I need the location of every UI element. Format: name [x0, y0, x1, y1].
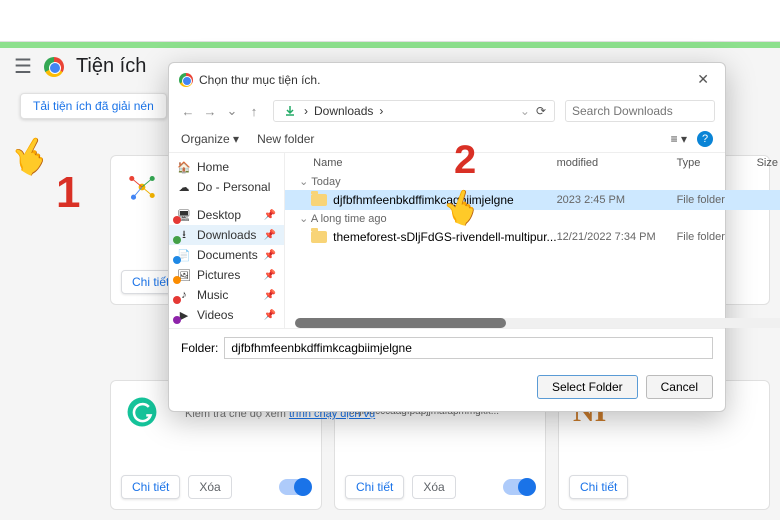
pin-icon: 📌	[264, 310, 276, 321]
col-type[interactable]: Type	[677, 157, 757, 169]
folder-field-row: Folder:	[169, 328, 725, 367]
cancel-button[interactable]: Cancel	[646, 375, 713, 399]
dialog-toolbar: Organize ▾ New folder ≡ ▾ ?	[169, 126, 725, 153]
folder-icon	[311, 231, 327, 243]
remove-button[interactable]: Xóa	[412, 475, 455, 499]
folder-icon: 🏠	[177, 160, 191, 174]
sidebar-item-videos[interactable]: ▶Videos📌	[169, 305, 284, 325]
downloads-icon	[282, 103, 298, 119]
enable-toggle[interactable]	[503, 479, 535, 495]
col-size[interactable]: Size	[757, 157, 780, 169]
grammarly-icon	[125, 395, 159, 429]
extension-icon	[125, 170, 159, 204]
sidebar-item-downloads[interactable]: ⭳Downloads📌	[169, 225, 284, 245]
folder-icon: ☁	[177, 180, 191, 194]
folder-icon	[311, 194, 327, 206]
view-mode-icon[interactable]: ≡ ▾	[671, 132, 687, 146]
annotation-number-2: 2	[454, 138, 476, 183]
pin-icon: 📌	[264, 290, 276, 301]
folder-label: Folder:	[181, 341, 218, 355]
dialog-titlebar: Chọn thư mục tiện ích. ✕	[169, 63, 725, 96]
folder-row[interactable]: djfbfhmfeenbkdffimkcagbiimjelgne2023 2:4…	[285, 190, 780, 210]
pin-icon: 📌	[264, 230, 276, 241]
chrome-logo-icon	[179, 73, 193, 87]
remove-button[interactable]: Xóa	[188, 475, 231, 499]
select-folder-button[interactable]: Select Folder	[537, 375, 638, 399]
sidebar-item-desktop[interactable]: 🖥Desktop📌	[169, 205, 284, 225]
dialog-title: Chọn thư mục tiện ích.	[199, 73, 320, 87]
new-folder-button[interactable]: New folder	[257, 132, 314, 146]
detail-button[interactable]: Chi tiết	[345, 475, 404, 499]
sidebar-item-documents[interactable]: 📄Documents📌	[169, 245, 284, 265]
breadcrumb[interactable]: › Downloads › ⌄ ⟳	[273, 100, 555, 122]
horizontal-scrollbar[interactable]	[295, 318, 780, 328]
help-icon[interactable]: ?	[697, 131, 713, 147]
detail-button[interactable]: Chi tiết	[569, 475, 628, 499]
folder-picker-dialog: Chọn thư mục tiện ích. ✕ ← → ⌄ ↑ › Downl…	[168, 62, 726, 412]
file-group-header[interactable]: A long time ago	[285, 210, 780, 227]
sidebar-item-music[interactable]: ♪Music📌	[169, 285, 284, 305]
file-list: Name modified Type Size Todaydjfbfhmfeen…	[285, 153, 780, 328]
sidebar: 🏠Home☁Do - Personal 🖥Desktop📌⭳Downloads📌📄…	[169, 153, 285, 328]
pin-icon: 📌	[264, 250, 276, 261]
sidebar-item-pictures[interactable]: 🖼Pictures📌	[169, 265, 284, 285]
breadcrumb-item[interactable]: Downloads	[314, 104, 373, 118]
folder-input[interactable]	[224, 337, 713, 359]
close-icon[interactable]: ✕	[691, 69, 715, 90]
up-icon[interactable]: ↑	[245, 104, 263, 119]
chevron-down-icon[interactable]: ⌄	[223, 103, 241, 119]
pin-icon: 📌	[264, 270, 276, 281]
dialog-nav: ← → ⌄ ↑ › Downloads › ⌄ ⟳	[169, 96, 725, 126]
detail-button[interactable]: Chi tiết	[121, 475, 180, 499]
refresh-icon[interactable]: ⟳	[536, 104, 546, 118]
column-headers[interactable]: Name modified Type Size	[285, 153, 780, 173]
col-name[interactable]: Name	[295, 157, 556, 169]
folder-row[interactable]: themeforest-sDljFdGS-rivendell-multipur.…	[285, 227, 780, 247]
sidebar-item-do---personal[interactable]: ☁Do - Personal	[169, 177, 284, 197]
page-title: Tiện ích	[76, 55, 146, 78]
col-date[interactable]: modified	[557, 157, 677, 169]
sidebar-item-home[interactable]: 🏠Home	[169, 157, 284, 177]
dialog-actions: Select Folder Cancel	[169, 367, 725, 411]
file-group-header[interactable]: Today	[285, 173, 780, 190]
load-unpacked-button[interactable]: Tải tiện ích đã giải nén	[20, 93, 167, 119]
annotation-number-1: 1	[56, 168, 80, 218]
pointer-annotation-1-icon: 👆	[3, 128, 60, 184]
organize-menu[interactable]: Organize ▾	[181, 132, 239, 146]
forward-icon[interactable]: →	[201, 104, 219, 119]
menu-icon[interactable]: ☰	[14, 54, 32, 79]
pin-icon: 📌	[264, 210, 276, 221]
back-icon[interactable]: ←	[179, 104, 197, 119]
chevron-down-icon[interactable]: ⌄	[520, 104, 530, 118]
enable-toggle[interactable]	[279, 479, 311, 495]
browser-tab-strip	[0, 0, 780, 42]
chrome-logo-icon	[44, 57, 64, 77]
search-input[interactable]	[565, 100, 715, 122]
